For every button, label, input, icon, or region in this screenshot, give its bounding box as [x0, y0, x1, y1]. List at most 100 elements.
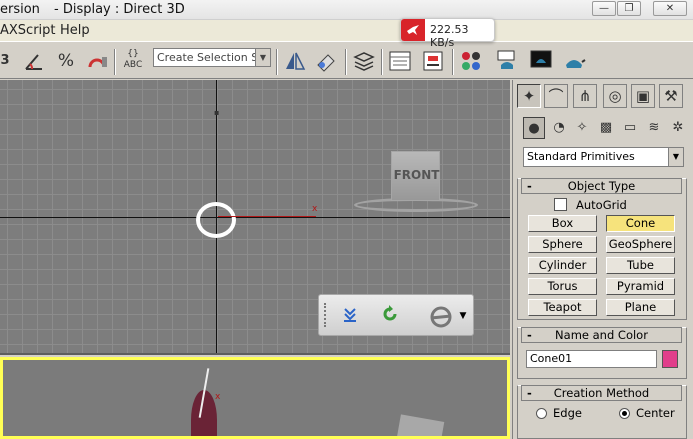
toolbar-separator [452, 49, 454, 75]
schematic-view-button[interactable] [421, 49, 445, 73]
name-and-color-title[interactable]: - Name and Color [521, 327, 682, 343]
edge-radio[interactable] [536, 408, 547, 419]
cone-button[interactable]: Cone [606, 215, 675, 232]
quick-render-icon [562, 58, 586, 78]
tab-create[interactable]: ✦ [517, 84, 541, 108]
snap-label: 3 [0, 53, 10, 68]
category-systems[interactable]: ✲ [667, 117, 689, 139]
category-lights[interactable]: ✧ [571, 117, 593, 139]
spinner-snap-button[interactable] [85, 49, 109, 73]
primitive-type-value: Standard Primitives [527, 150, 635, 163]
category-spacewarps[interactable]: ≋ [643, 117, 665, 139]
systems-icon: ✲ [672, 120, 684, 135]
chevron-down-icon[interactable]: ▼ [255, 49, 270, 66]
rollout-title-text: Object Type [567, 179, 636, 193]
close-button[interactable]: ✕ [653, 1, 687, 16]
mirror-button[interactable] [283, 49, 307, 73]
network-speed-widget[interactable]: 222.53 KB/s [400, 18, 495, 49]
pyramid-button[interactable]: Pyramid [606, 278, 675, 295]
torus-button[interactable]: Torus [528, 278, 597, 295]
object-color-swatch[interactable] [662, 350, 678, 368]
toolbar-separator [381, 49, 383, 75]
category-cameras[interactable]: ▩ [595, 117, 617, 139]
material-editor-button[interactable] [459, 49, 483, 73]
x-axis-marker: x [215, 392, 221, 402]
maximize-button[interactable]: ❐ [617, 1, 641, 16]
tab-hierarchy[interactable]: ⋔ [573, 84, 597, 108]
geosphere-button[interactable]: GeoSphere [606, 236, 675, 253]
cylinder-button[interactable]: Cylinder [528, 257, 597, 274]
refresh-button[interactable] [378, 304, 402, 328]
named-selection-icon: {} [127, 49, 139, 59]
chevron-down-icon[interactable]: ▼ [455, 304, 471, 328]
snap-toggle-button[interactable]: 3 [0, 49, 14, 73]
tab-utilities[interactable]: ⚒ [659, 84, 683, 108]
main-toolbar: 3 % {} ABC Create Selection Set ▼ [0, 41, 693, 79]
grid-tick-mark: ▪ [214, 108, 220, 117]
render-setup-button[interactable] [495, 49, 519, 73]
motion-icon: ◎ [608, 87, 622, 105]
display-icon: ▣ [635, 87, 651, 105]
selection-set-text: Create Selection Set [157, 51, 270, 64]
toolbar-separator [276, 49, 278, 75]
refresh-icon [380, 305, 400, 329]
render-frame-button[interactable] [529, 49, 553, 73]
selection-set-dropdown[interactable]: Create Selection Set ▼ [153, 48, 271, 67]
ie-icon [428, 306, 454, 335]
percent-snap-icon: % [57, 51, 75, 71]
grid-axis-horizontal [0, 217, 510, 218]
download-button[interactable] [338, 304, 362, 328]
object-type-title[interactable]: - Object Type [521, 178, 682, 194]
category-geometry[interactable]: ● [523, 117, 545, 139]
perspective-viewport[interactable]: x [0, 357, 510, 439]
floating-download-toolbar: ▼ [318, 294, 474, 336]
menu-maxscript[interactable]: AXScript [0, 23, 56, 38]
light-icon: ✧ [576, 120, 588, 135]
plane-button[interactable]: Plane [606, 299, 675, 316]
bird-icon [401, 19, 425, 41]
layer-manager-button[interactable] [352, 49, 376, 73]
minimize-button[interactable]: — [592, 1, 616, 16]
align-icon [314, 54, 338, 78]
center-radio[interactable] [619, 408, 630, 419]
render-setup-icon [495, 50, 519, 78]
tab-motion[interactable]: ◎ [603, 84, 627, 108]
x-axis-marker: x [312, 204, 318, 214]
teapot-button[interactable]: Teapot [528, 299, 597, 316]
front-viewport[interactable]: ▪ x FRONT ▼ [0, 80, 510, 355]
percent-snap-button[interactable]: % [54, 49, 78, 73]
tab-display[interactable]: ▣ [631, 84, 655, 108]
viewcube-perspective[interactable] [395, 414, 445, 436]
mirror-icon [283, 52, 307, 78]
curve-editor-button[interactable] [388, 49, 412, 73]
category-helpers[interactable]: ▭ [619, 117, 641, 139]
utilities-icon: ⚒ [664, 87, 678, 105]
rollout-title-text: Name and Color [555, 328, 648, 342]
sphere-button[interactable]: Sphere [528, 236, 597, 253]
angle-snap-button[interactable] [22, 49, 46, 73]
tab-modify[interactable]: ⌒ [544, 84, 568, 108]
menu-help[interactable]: Help [60, 23, 90, 38]
category-shapes[interactable]: ◔ [548, 117, 570, 139]
viewcube[interactable]: FRONT [391, 151, 440, 201]
window-title-left: ersion [0, 2, 40, 17]
shapes-icon: ◔ [553, 120, 565, 135]
ie-browser-button[interactable] [424, 304, 458, 328]
toolbar-separator [114, 49, 116, 75]
creation-method-title[interactable]: - Creation Method [521, 385, 682, 401]
camera-icon: ▩ [599, 120, 613, 135]
object-name-field[interactable]: Cone01 [526, 350, 657, 368]
collapse-icon: - [527, 179, 532, 193]
cone-object[interactable] [196, 202, 236, 238]
tube-button[interactable]: Tube [606, 257, 675, 274]
primitive-type-dropdown[interactable]: Standard Primitives ▼ [523, 147, 684, 167]
download-icon [340, 308, 360, 329]
align-button[interactable] [314, 49, 338, 73]
box-button[interactable]: Box [528, 215, 597, 232]
autogrid-label: AutoGrid [576, 198, 627, 212]
named-selection-button[interactable]: {} ABC [121, 49, 145, 73]
chevron-down-icon[interactable]: ▼ [668, 148, 683, 166]
toolbar-grip-handle[interactable] [324, 303, 327, 327]
quick-render-button[interactable] [562, 49, 586, 73]
autogrid-checkbox[interactable] [554, 198, 567, 211]
